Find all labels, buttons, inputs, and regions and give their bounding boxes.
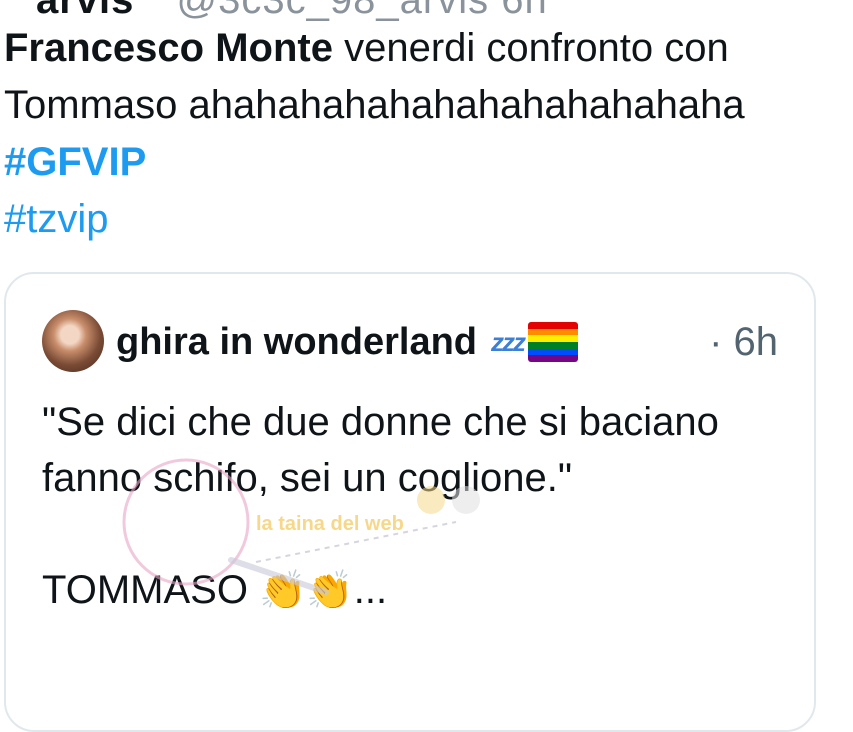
quote-body-tommaso: TOMMASO — [42, 568, 248, 612]
quoted-tweet-card[interactable]: ghira in wonderland zzz · 6h "Se dici ch… — [4, 272, 816, 732]
quote-author-name[interactable]: ghira in wonderland — [116, 321, 477, 364]
sleeping-zzz-icon: zzz — [491, 326, 526, 357]
clapping-hands-icon: 👏 — [259, 570, 307, 612]
tweet-author-name[interactable]: arvis — [36, 0, 134, 22]
quote-author-avatar[interactable] — [42, 310, 104, 372]
quote-time: · 6h — [709, 320, 778, 364]
quote-header: ghira in wonderland zzz — [116, 316, 579, 368]
quote-ellipsis: ... — [353, 568, 388, 612]
rainbow-flag-icon — [528, 322, 579, 362]
quote-body-last-line: TOMMASO 👏👏... — [42, 562, 762, 619]
hashtag-gfvip[interactable]: #GFVIP — [4, 140, 146, 184]
quote-body-text: "Se dici che due donne che si baciano fa… — [42, 400, 719, 500]
tweet-time: 6h — [501, 0, 548, 22]
hashtag-tzvip[interactable]: #tzvip — [4, 197, 109, 241]
tweet-bold-name: Francesco Monte — [4, 26, 333, 70]
tweet-text: Francesco Monte venerdi confronto con To… — [4, 20, 834, 248]
clapping-hands-icon: 👏 — [306, 570, 354, 612]
quote-body: "Se dici che due donne che si baciano fa… — [42, 394, 762, 619]
tweet-author-handle[interactable]: @3c3c_98_arvis — [177, 0, 490, 22]
